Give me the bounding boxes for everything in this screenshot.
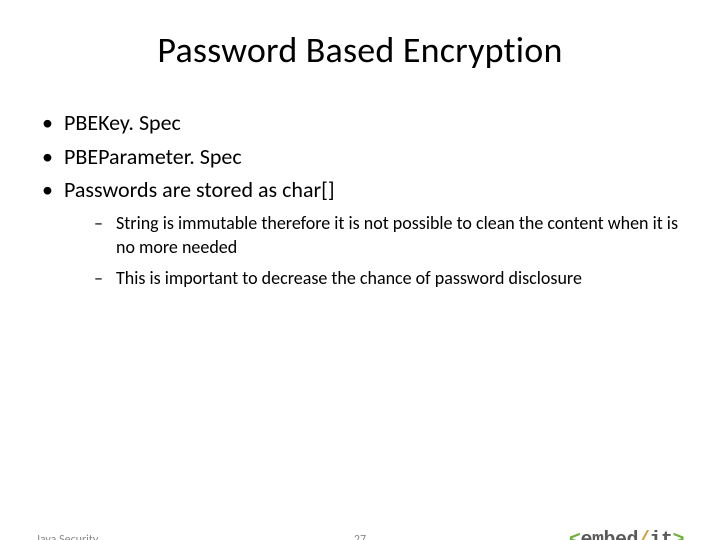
- footer-right: <embed/it>: [468, 529, 684, 540]
- embedit-logo: <embed/it>: [569, 529, 684, 540]
- bullet-item: Passwords are stored as char[] String is…: [36, 175, 684, 290]
- sub-bullet-item: String is immutable therefore it is not …: [94, 211, 684, 260]
- bullet-text: Passwords are stored as char[]: [64, 176, 335, 203]
- sub-bullet-item: This is important to decrease the chance…: [94, 266, 684, 290]
- bullet-text: PBEParameter. Spec: [64, 143, 242, 170]
- logo-it: it: [649, 529, 672, 540]
- bullet-list: PBEKey. Spec PBEParameter. Spec Password…: [36, 108, 684, 290]
- page-number: 27: [252, 533, 468, 540]
- bullet-item: PBEKey. Spec: [36, 108, 684, 138]
- logo-word: embed: [580, 529, 638, 540]
- logo-slash: /: [638, 529, 650, 540]
- sub-bullet-text: This is important to decrease the chance…: [116, 267, 582, 289]
- slide-title: Password Based Encryption: [0, 28, 720, 72]
- slide-footer: Java Security 27 <embed/it>: [0, 526, 720, 540]
- slide-body: PBEKey. Spec PBEParameter. Spec Password…: [0, 108, 720, 290]
- footer-left: Java Security: [36, 533, 252, 540]
- slide: Password Based Encryption PBEKey. Spec P…: [0, 28, 720, 540]
- bullet-item: PBEParameter. Spec: [36, 142, 684, 172]
- logo-lt: <: [569, 529, 581, 540]
- sub-bullet-list: String is immutable therefore it is not …: [64, 211, 684, 290]
- bullet-text: PBEKey. Spec: [64, 109, 181, 136]
- logo-gt: >: [672, 529, 684, 540]
- sub-bullet-text: String is immutable therefore it is not …: [116, 212, 678, 258]
